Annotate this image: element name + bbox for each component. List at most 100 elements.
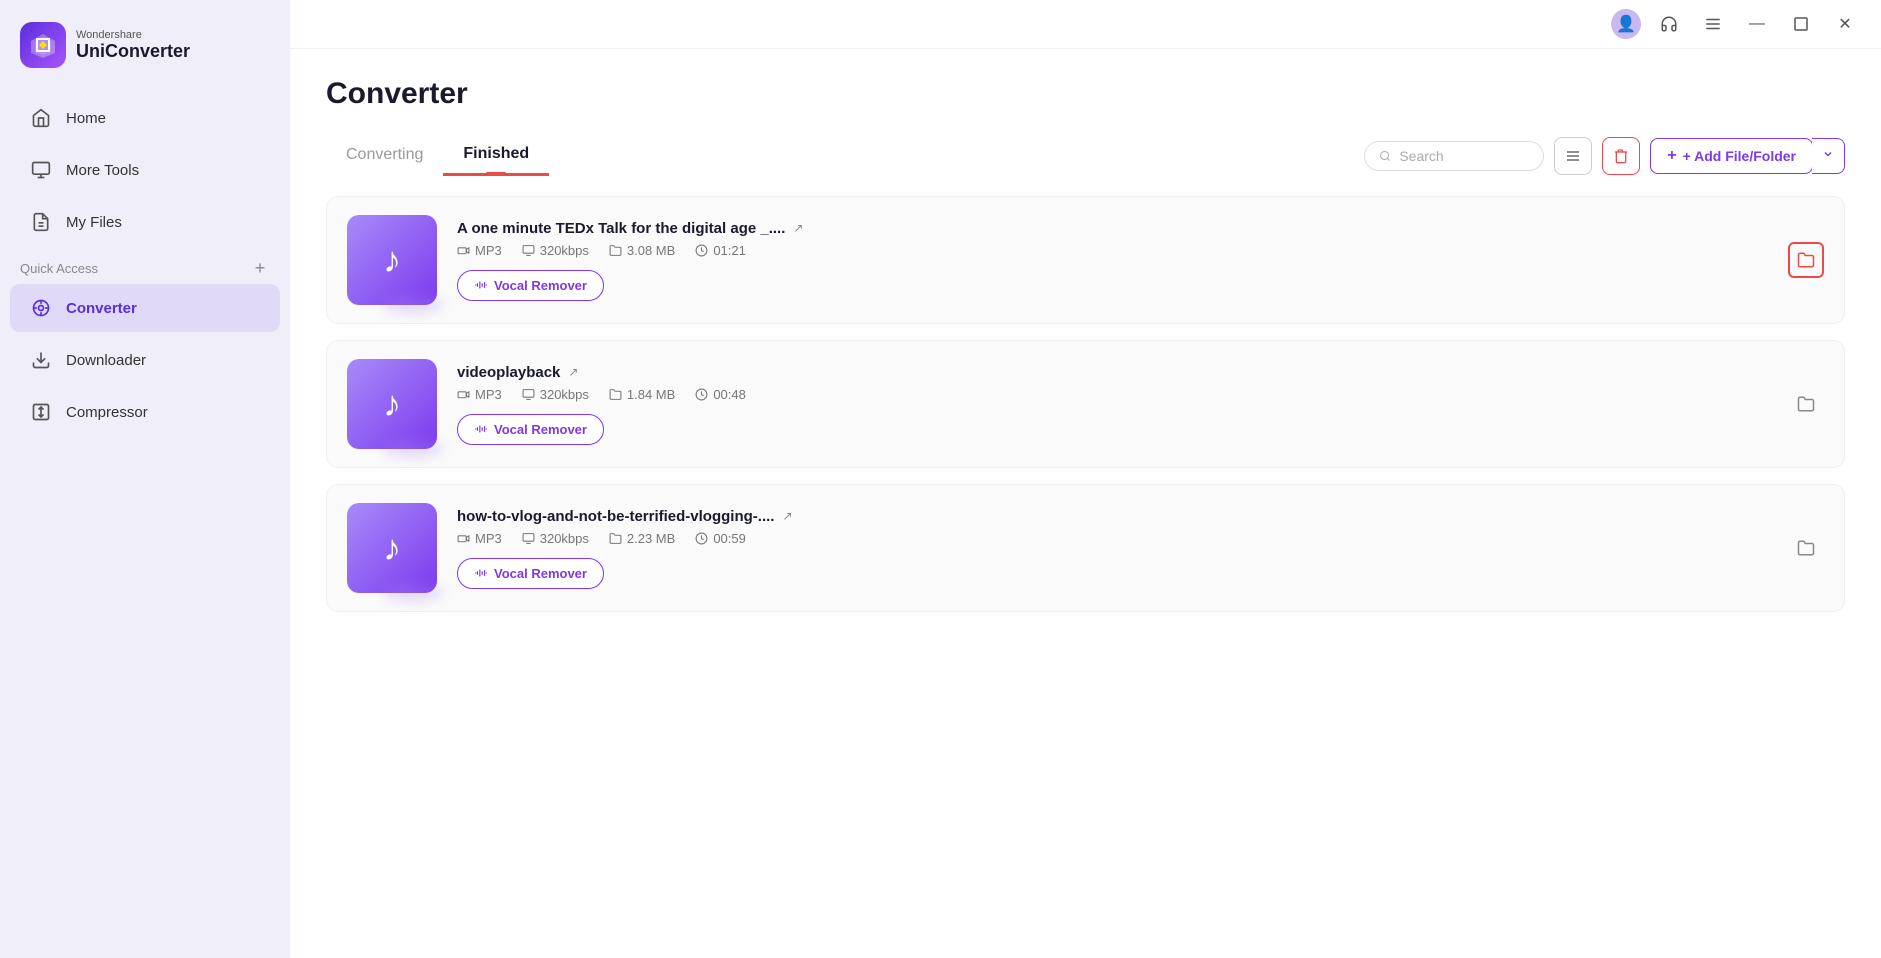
file-name-row: videoplayback ↗ xyxy=(457,364,1768,381)
home-icon xyxy=(30,107,52,129)
file-name-row: how-to-vlog-and-not-be-terrified-vloggin… xyxy=(457,508,1768,525)
list-view-button[interactable] xyxy=(1554,137,1592,175)
file-thumbnail: ♪ xyxy=(347,215,437,305)
vocal-remover-button[interactable]: Vocal Remover xyxy=(457,558,604,589)
waveform-icon xyxy=(474,566,488,580)
sidebar-item-downloader[interactable]: Downloader xyxy=(10,336,280,384)
music-note-icon: ♪ xyxy=(383,383,401,425)
delete-button[interactable] xyxy=(1602,137,1640,175)
file-size: 1.84 MB xyxy=(609,387,675,402)
clock-icon xyxy=(695,244,708,257)
file-list: ♪ A one minute TEDx Talk for the digital… xyxy=(326,196,1845,612)
file-name-row: A one minute TEDx Talk for the digital a… xyxy=(457,220,1768,237)
logo-text: Wondershare UniConverter xyxy=(76,29,190,62)
search-input[interactable] xyxy=(1399,148,1529,164)
file-size: 2.23 MB xyxy=(609,531,675,546)
folder-size-icon xyxy=(609,244,622,257)
file-thumbnail: ♪ xyxy=(347,359,437,449)
sidebar-item-my-files[interactable]: My Files xyxy=(10,198,280,246)
file-format: MP3 xyxy=(457,387,502,402)
file-bitrate: 320kbps xyxy=(522,387,589,402)
file-format: MP3 xyxy=(457,243,502,258)
downloader-icon xyxy=(30,349,52,371)
sidebar-item-converter[interactable]: Converter xyxy=(10,284,280,332)
file-info: A one minute TEDx Talk for the digital a… xyxy=(457,220,1768,301)
file-meta: MP3 320kbps 1.84 MB 00:48 xyxy=(457,387,1768,402)
close-button[interactable]: ✕ xyxy=(1829,8,1861,40)
open-folder-button[interactable] xyxy=(1788,242,1824,278)
file-info: how-to-vlog-and-not-be-terrified-vloggin… xyxy=(457,508,1768,589)
vocal-remover-button[interactable]: Vocal Remover xyxy=(457,270,604,301)
product-name: UniConverter xyxy=(76,41,190,62)
file-duration: 01:21 xyxy=(695,243,746,258)
tab-finished[interactable]: Finished xyxy=(443,135,549,176)
brand-name: Wondershare xyxy=(76,29,190,41)
quality-icon xyxy=(522,388,535,401)
waveform-icon xyxy=(474,422,488,436)
video-icon xyxy=(457,244,470,257)
external-link-icon[interactable]: ↗ xyxy=(793,221,803,235)
minimize-button[interactable]: — xyxy=(1741,8,1773,40)
clock-icon xyxy=(695,388,708,401)
sidebar-item-more-tools[interactable]: More Tools xyxy=(10,146,280,194)
external-link-icon[interactable]: ↗ xyxy=(782,509,792,523)
quick-access-label: Quick Access xyxy=(20,261,98,276)
search-icon xyxy=(1379,149,1391,163)
file-name: A one minute TEDx Talk for the digital a… xyxy=(457,220,785,237)
downloader-label: Downloader xyxy=(66,352,146,369)
user-avatar[interactable]: 👤 xyxy=(1611,9,1641,39)
file-meta: MP3 320kbps 3.08 MB 01:21 xyxy=(457,243,1768,258)
logo-area: Wondershare UniConverter xyxy=(0,0,290,92)
my-files-label: My Files xyxy=(66,214,122,231)
add-file-dropdown[interactable] xyxy=(1812,138,1845,174)
quality-icon xyxy=(522,244,535,257)
file-info: videoplayback ↗ MP3 320kbps xyxy=(457,364,1768,445)
file-bitrate: 320kbps xyxy=(522,243,589,258)
quality-icon xyxy=(522,532,535,545)
headphone-icon[interactable] xyxy=(1653,8,1685,40)
folder-size-icon xyxy=(609,532,622,545)
maximize-button[interactable] xyxy=(1785,8,1817,40)
external-link-icon[interactable]: ↗ xyxy=(568,365,578,379)
add-file-button[interactable]: + + Add File/Folder xyxy=(1650,138,1813,174)
compressor-label: Compressor xyxy=(66,404,148,421)
file-name: how-to-vlog-and-not-be-terrified-vloggin… xyxy=(457,508,774,525)
compressor-icon xyxy=(30,401,52,423)
file-item: ♪ A one minute TEDx Talk for the digital… xyxy=(326,196,1845,324)
page-title: Converter xyxy=(326,77,1845,111)
file-item: ♪ how-to-vlog-and-not-be-terrified-vlogg… xyxy=(326,484,1845,612)
file-name: videoplayback xyxy=(457,364,560,381)
file-thumbnail: ♪ xyxy=(347,503,437,593)
music-note-icon: ♪ xyxy=(383,239,401,281)
my-files-icon xyxy=(30,211,52,233)
quick-access-add-button[interactable]: + xyxy=(250,258,270,278)
file-item: ♪ videoplayback ↗ MP3 320kbp xyxy=(326,340,1845,468)
main-content: 👤 — ✕ Converter Converting Finished xyxy=(290,0,1881,958)
toolbar-right: + + Add File/Folder xyxy=(1364,137,1845,175)
tabs-toolbar: Converting Finished + xyxy=(326,135,1845,176)
tab-converting[interactable]: Converting xyxy=(326,136,443,176)
sidebar: Wondershare UniConverter Home More Tools… xyxy=(0,0,290,958)
list-icon[interactable] xyxy=(1697,8,1729,40)
app-logo-icon xyxy=(20,22,66,68)
more-tools-label: More Tools xyxy=(66,162,139,179)
music-note-icon: ♪ xyxy=(383,527,401,569)
search-box[interactable] xyxy=(1364,141,1544,171)
video-icon xyxy=(457,532,470,545)
vocal-remover-button[interactable]: Vocal Remover xyxy=(457,414,604,445)
more-tools-icon xyxy=(30,159,52,181)
open-folder-button[interactable] xyxy=(1788,530,1824,566)
video-icon xyxy=(457,388,470,401)
sidebar-item-home[interactable]: Home xyxy=(10,94,280,142)
topbar: 👤 — ✕ xyxy=(290,0,1881,49)
file-bitrate: 320kbps xyxy=(522,531,589,546)
add-file-area: + + Add File/Folder xyxy=(1650,138,1845,174)
file-size: 3.08 MB xyxy=(609,243,675,258)
file-format: MP3 xyxy=(457,531,502,546)
file-meta: MP3 320kbps 2.23 MB 00:59 xyxy=(457,531,1768,546)
home-label: Home xyxy=(66,110,106,127)
open-folder-button[interactable] xyxy=(1788,386,1824,422)
clock-icon xyxy=(695,532,708,545)
sidebar-item-compressor[interactable]: Compressor xyxy=(10,388,280,436)
quick-access-section: Quick Access + xyxy=(0,248,290,282)
